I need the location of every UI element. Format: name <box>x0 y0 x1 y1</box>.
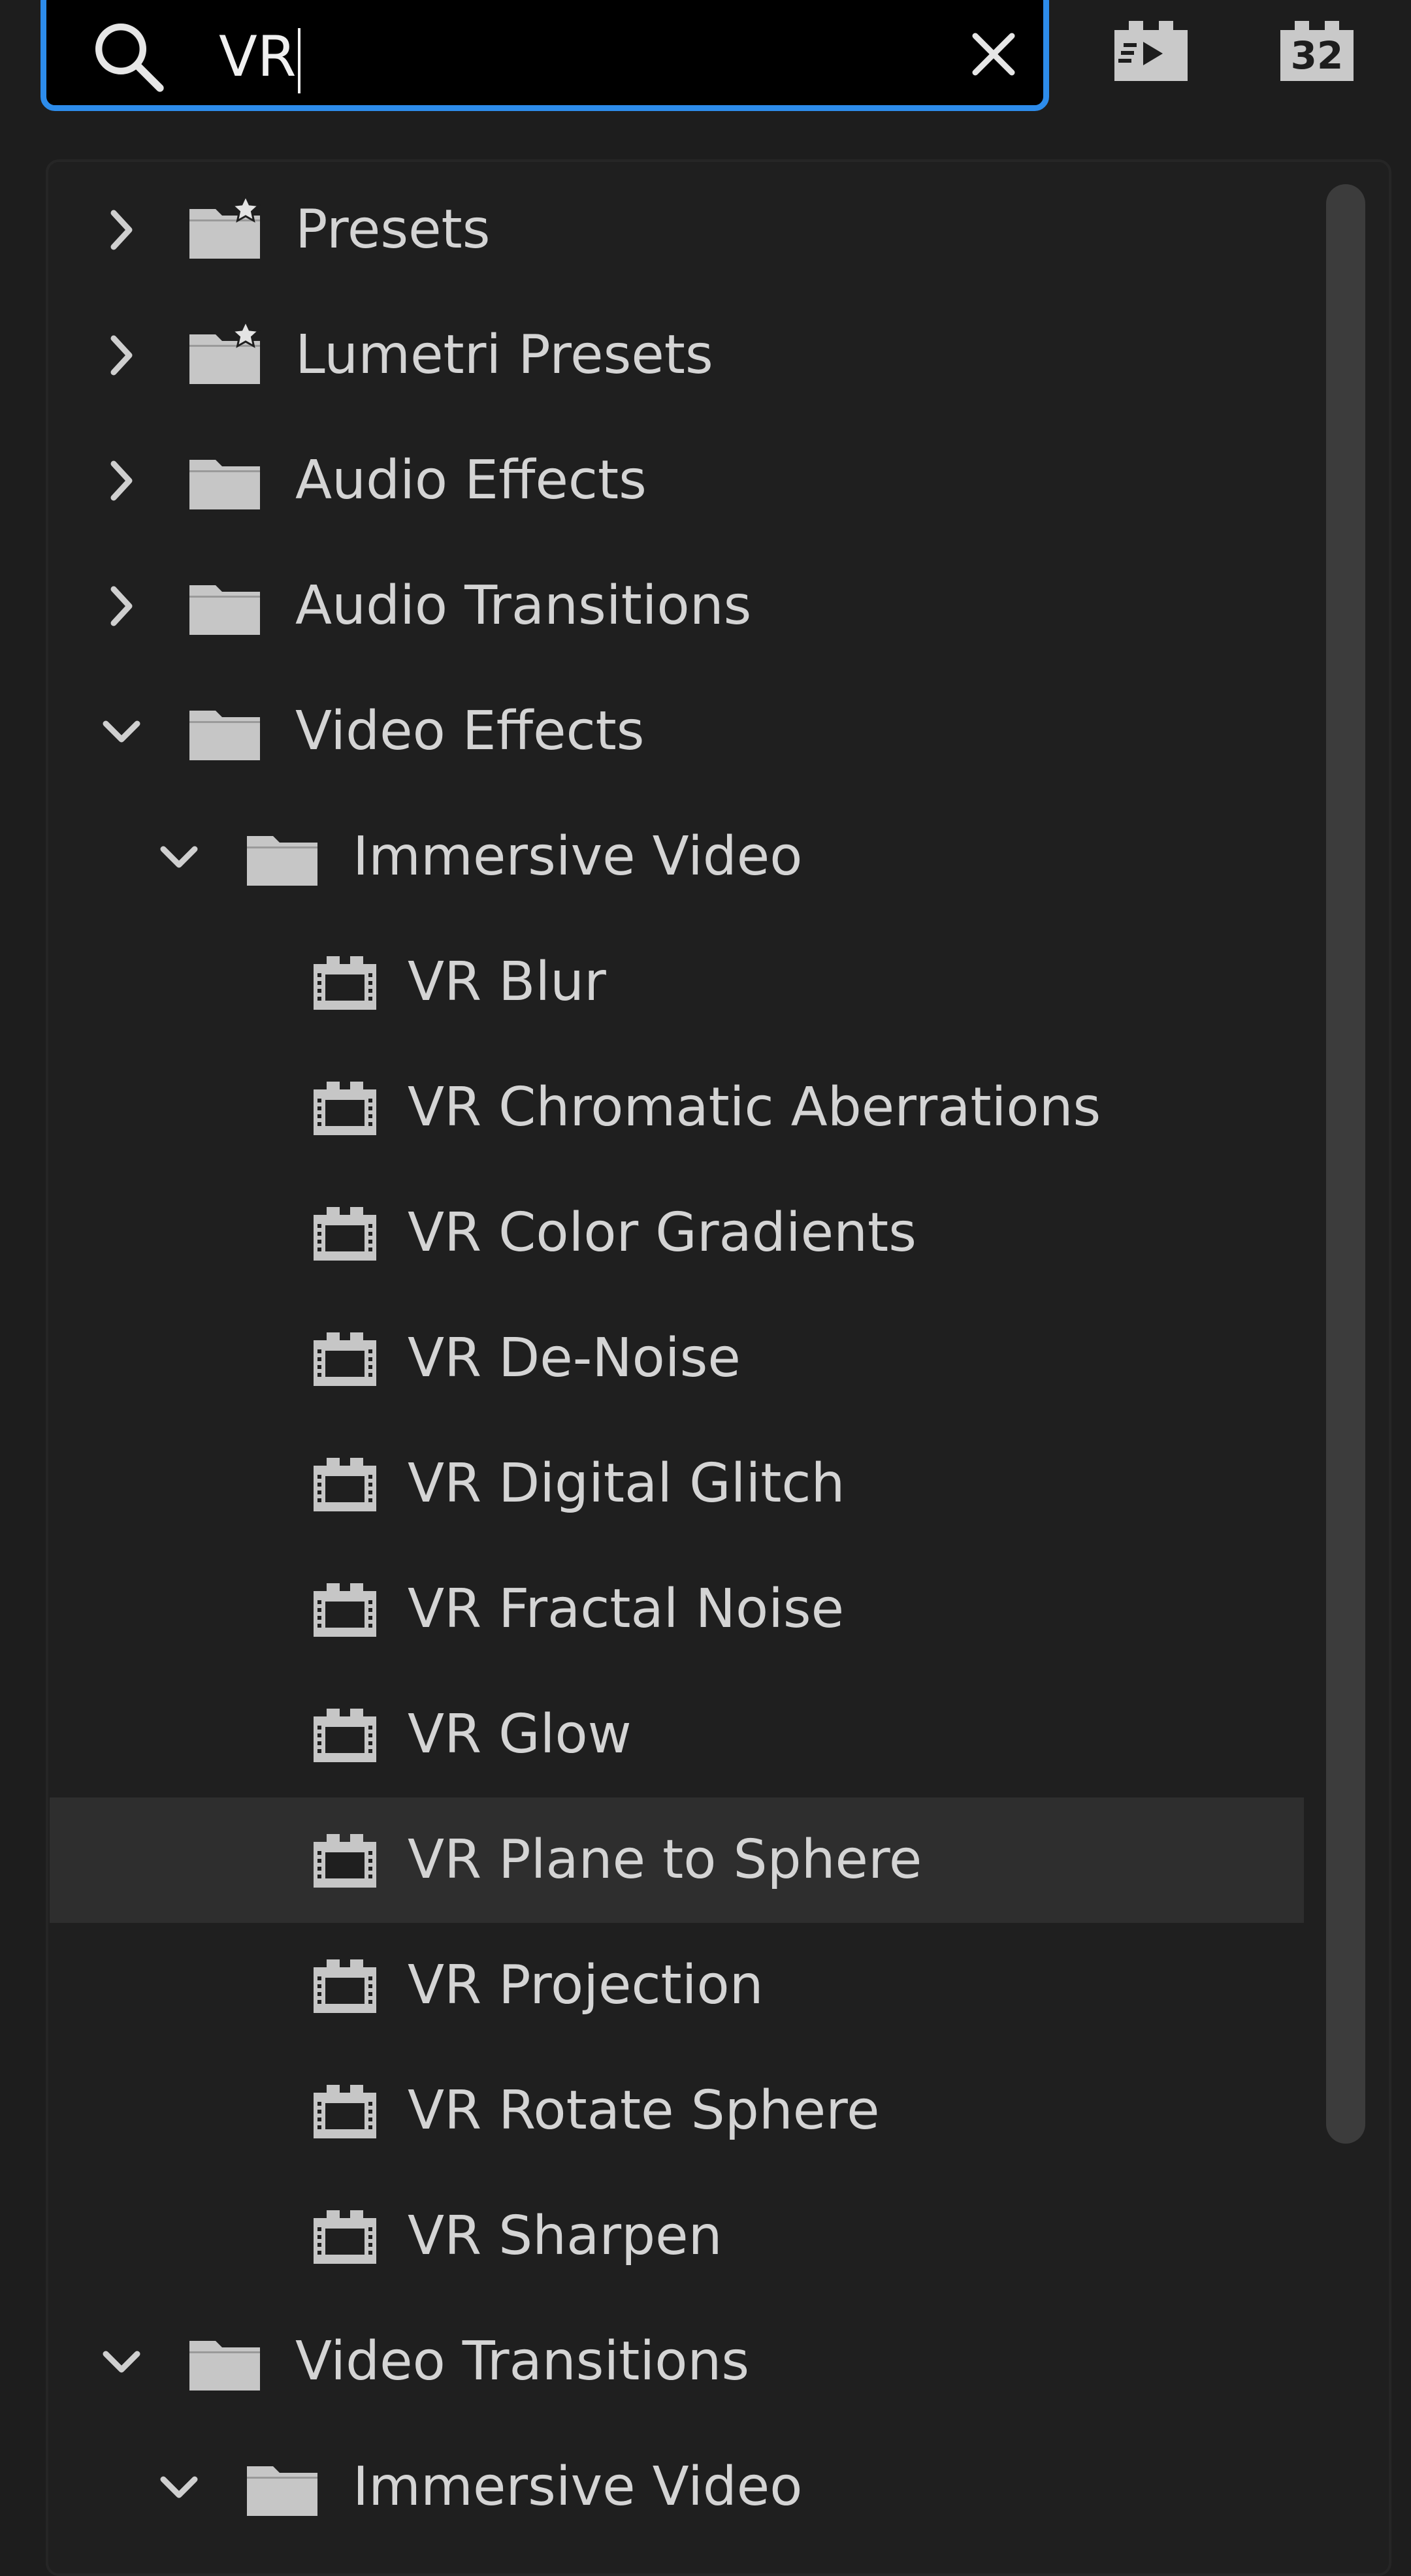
tree-item-label: Presets <box>295 199 491 261</box>
chevron-down-icon[interactable] <box>95 705 148 758</box>
tree-item-vr-projection[interactable]: VR Projection <box>50 1923 1304 2048</box>
tree-item-vr-digital-glitch[interactable]: VR Digital Glitch <box>50 1421 1304 1547</box>
folder-icon <box>189 460 260 509</box>
effect-film-icon <box>314 2085 376 2138</box>
folder-icon <box>189 585 260 635</box>
chevron-right-icon[interactable] <box>95 329 148 381</box>
search-input[interactable]: VR <box>219 18 300 96</box>
search-icon <box>95 23 164 92</box>
tree-item-vr-sharpen[interactable]: VR Sharpen <box>50 2174 1304 2299</box>
tree-item-vr-plane-to-sphere[interactable]: VR Plane to Sphere <box>50 1797 1304 1923</box>
effect-film-icon <box>314 1709 376 1762</box>
tree-item-audio-effects[interactable]: Audio Effects <box>50 418 1304 543</box>
close-icon[interactable] <box>961 22 1026 87</box>
chevron-down-icon[interactable] <box>95 2336 148 2388</box>
folder-icon <box>189 711 260 760</box>
tree-item-label: Audio Transitions <box>295 575 752 637</box>
tree-item-vr-color-gradients[interactable]: VR Color Gradients <box>50 1170 1304 1296</box>
tree-item-video-effects[interactable]: Video Effects <box>50 669 1304 794</box>
tree-item-label: VR Projection <box>408 1954 764 2016</box>
tree-item-immersive-video[interactable]: Immersive Video <box>50 794 1304 920</box>
tree-item-label: VR Color Gradients <box>408 1202 916 1264</box>
tree-item-vr-glow[interactable]: VR Glow <box>50 1672 1304 1797</box>
search-field[interactable]: VR <box>41 0 1049 111</box>
scrollbar-thumb[interactable] <box>1326 184 1365 2144</box>
tree-item-label: Video Transitions <box>295 2330 750 2392</box>
tree-item-vr-rotate-sphere[interactable]: VR Rotate Sphere <box>50 2048 1304 2174</box>
tree-item-label: Audio Effects <box>295 449 647 511</box>
effect-film-icon <box>314 1458 376 1511</box>
preset-folder-star-icon <box>189 320 261 384</box>
folder-icon <box>247 836 317 886</box>
tree-item-label: VR Rotate Sphere <box>408 2080 880 2142</box>
effect-film-icon <box>314 1207 376 1261</box>
tree-item-label: VR Sharpen <box>408 2205 722 2267</box>
accelerated-effects-icon[interactable] <box>1108 12 1194 85</box>
preset-folder-star-icon <box>189 195 261 259</box>
tree-item-video-transitions[interactable]: Video Transitions <box>50 2299 1304 2424</box>
effect-film-icon <box>314 1332 376 1386</box>
effect-film-icon <box>314 1583 376 1637</box>
folder-icon <box>247 2466 317 2516</box>
chevron-down-icon[interactable] <box>153 831 205 883</box>
search-input-value: VR <box>219 24 297 89</box>
tree-item-label: VR Plane to Sphere <box>408 1829 922 1891</box>
tree-item-label: Immersive Video <box>353 826 803 888</box>
effect-film-icon <box>314 1834 376 1888</box>
text-caret <box>297 27 300 93</box>
tree-item-audio-transitions[interactable]: Audio Transitions <box>50 543 1304 669</box>
tree-item-label: Immersive Video <box>353 2456 803 2518</box>
tree-item-label: Lumetri Presets <box>295 324 713 386</box>
effect-film-icon <box>314 956 376 1010</box>
effect-film-icon <box>314 1082 376 1135</box>
tree-item-label: Video Effects <box>295 700 645 762</box>
effect-film-icon <box>314 2210 376 2264</box>
tree-item-label: VR Chromatic Aberrations <box>408 1076 1101 1138</box>
tree-item-vr-de-noise[interactable]: VR De-Noise <box>50 1296 1304 1421</box>
tree-item-label: VR Fractal Noise <box>408 1578 845 1640</box>
chevron-right-icon[interactable] <box>95 455 148 507</box>
tree-item-vr-fractal-noise[interactable]: VR Fractal Noise <box>50 1547 1304 1672</box>
tree-item-label: VR Blur <box>408 951 606 1013</box>
tree-item-vr-blur[interactable]: VR Blur <box>50 920 1304 1045</box>
tree-item-lumetri-presets[interactable]: Lumetri Presets <box>50 293 1304 418</box>
tree-item-vr-chromatic-aberrations[interactable]: VR Chromatic Aberrations <box>50 1045 1304 1170</box>
chevron-right-icon[interactable] <box>95 204 148 256</box>
tree-item-immersive-video[interactable]: Immersive Video <box>50 2424 1304 2550</box>
tree-item-label: VR De-Noise <box>408 1327 741 1389</box>
effect-film-icon <box>314 1959 376 2013</box>
chevron-right-icon[interactable] <box>95 580 148 632</box>
tree-item-label: VR Glow <box>408 1703 632 1765</box>
32-bit-label: 32 <box>1290 33 1344 78</box>
chevron-down-icon[interactable] <box>153 2461 205 2513</box>
tree-item-label: VR Digital Glitch <box>408 1453 845 1515</box>
tree-item-presets[interactable]: Presets <box>50 167 1304 293</box>
folder-icon <box>189 2341 260 2391</box>
32-bit-color-icon[interactable]: 32 <box>1274 12 1360 85</box>
